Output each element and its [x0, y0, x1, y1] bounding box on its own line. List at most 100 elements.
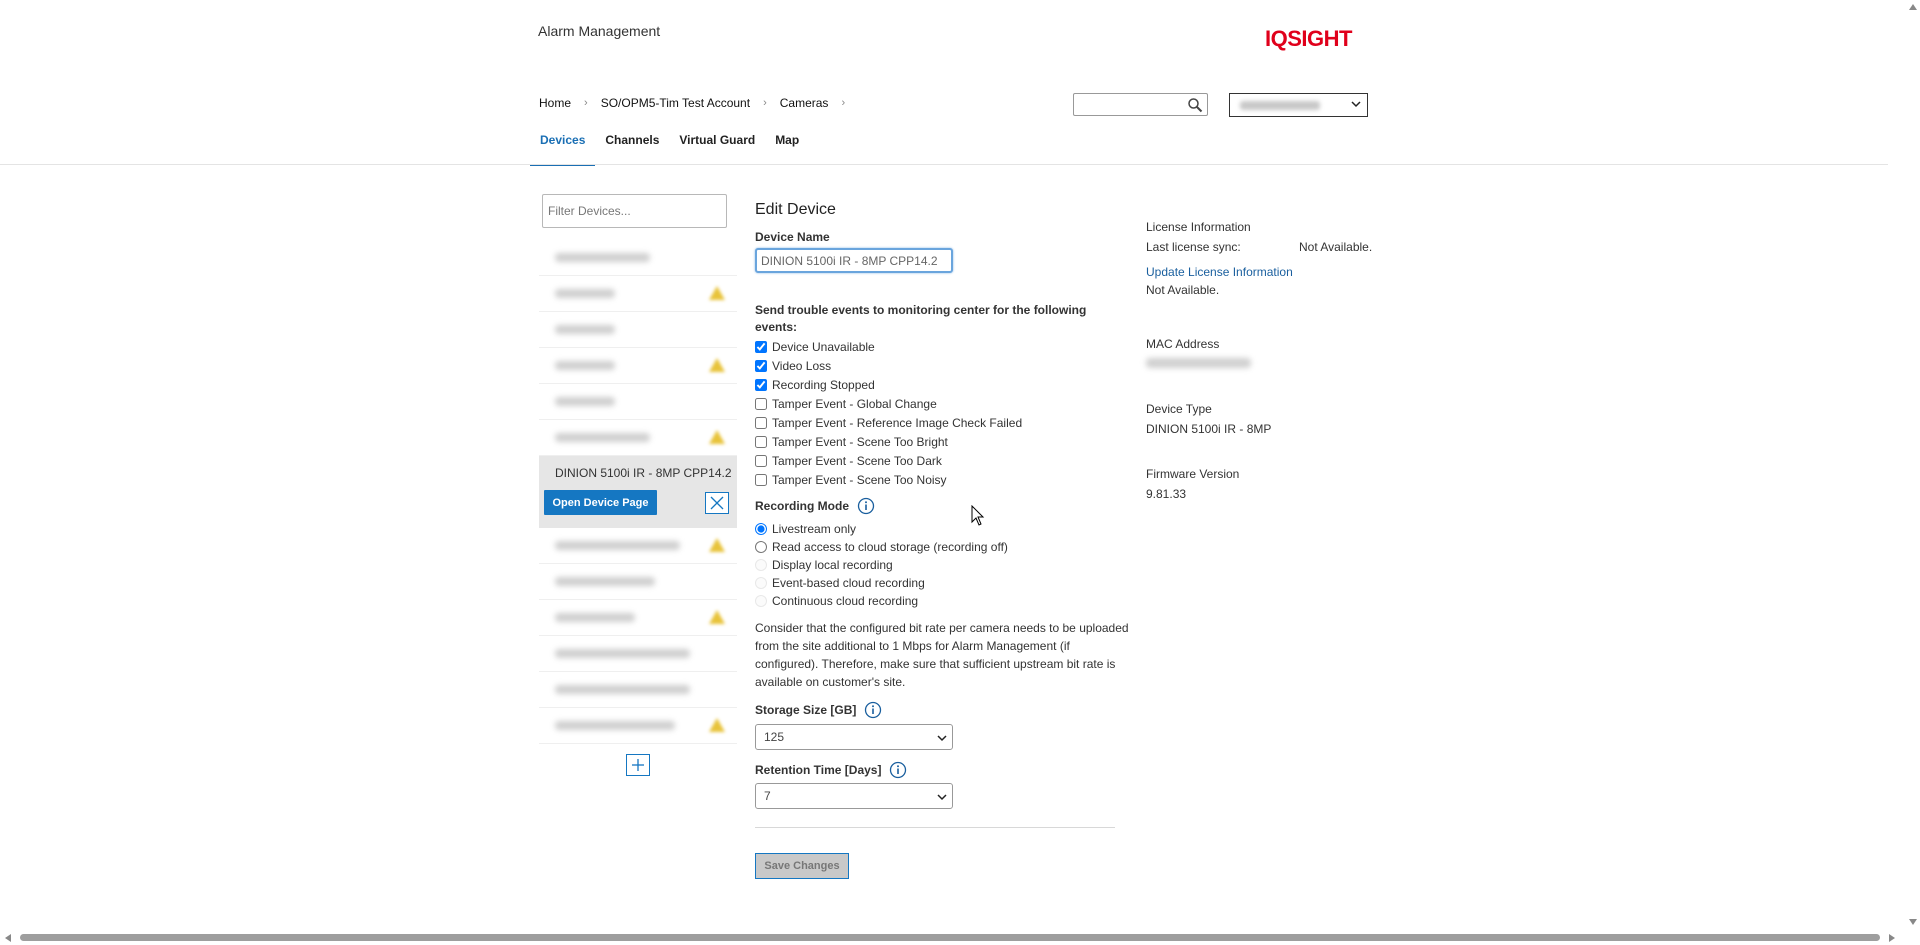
mode-display-local: Display local recording — [755, 556, 1008, 574]
event-video-loss[interactable]: Video Loss — [755, 356, 1022, 375]
mode-livestream-only[interactable]: Livestream only — [755, 520, 1008, 538]
breadcrumb-account[interactable]: SO/OPM5-Tim Test Account — [601, 96, 750, 110]
horizontal-scroll-thumb[interactable] — [20, 934, 1880, 941]
tab-virtual-guard[interactable]: Virtual Guard — [669, 128, 765, 166]
warning-icon — [709, 610, 725, 624]
firmware-title: Firmware Version — [1146, 467, 1240, 481]
list-item[interactable] — [539, 348, 737, 384]
event-tamper-too-dark[interactable]: Tamper Event - Scene Too Dark — [755, 451, 1022, 470]
breadcrumb-home[interactable]: Home — [539, 96, 571, 110]
storage-size-label: Storage Size [GB] — [755, 703, 857, 717]
scroll-up-arrow-icon[interactable] — [1908, 3, 1918, 11]
list-item[interactable] — [539, 312, 737, 348]
filter-devices-input[interactable] — [542, 194, 727, 228]
recording-mode-options: Livestream only Read access to cloud sto… — [755, 520, 1008, 610]
recording-mode-label: Recording Mode — [755, 499, 850, 513]
update-license-link[interactable]: Update License Information — [1146, 265, 1293, 279]
list-item[interactable] — [539, 672, 737, 708]
tab-map[interactable]: Map — [765, 128, 809, 166]
mode-radio[interactable] — [755, 523, 767, 535]
mac-address-value — [1146, 358, 1251, 368]
event-checkbox[interactable] — [755, 416, 767, 429]
warning-icon — [709, 286, 725, 300]
selected-device[interactable]: DINION 5100i IR - 8MP CPP14.2 Open Devic… — [539, 456, 737, 528]
firmware-value: 9.81.33 — [1146, 487, 1187, 501]
mode-radio[interactable] — [755, 541, 767, 553]
list-item[interactable] — [539, 528, 737, 564]
mac-address-title: MAC Address — [1146, 337, 1220, 351]
list-item[interactable] — [539, 276, 737, 312]
account-select[interactable] — [1229, 93, 1368, 117]
event-recording-stopped[interactable]: Recording Stopped — [755, 375, 1022, 394]
bitrate-note: Consider that the configured bit rate pe… — [755, 621, 1129, 689]
mode-continuous: Continuous cloud recording — [755, 592, 1008, 610]
device-type-title: Device Type — [1146, 402, 1212, 416]
list-item[interactable] — [539, 384, 737, 420]
event-checkbox[interactable] — [755, 359, 767, 372]
tab-devices[interactable]: Devices — [530, 128, 596, 166]
info-icon[interactable] — [857, 497, 875, 515]
event-tamper-too-bright[interactable]: Tamper Event - Scene Too Bright — [755, 432, 1022, 451]
tab-channels[interactable]: Channels — [595, 128, 669, 166]
event-tamper-reference-image[interactable]: Tamper Event - Reference Image Check Fai… — [755, 413, 1022, 432]
search-icon[interactable] — [1187, 97, 1203, 113]
vertical-scrollbar[interactable] — [1905, 0, 1920, 945]
chevron-right-icon: › — [841, 97, 846, 109]
license-status: Not Available. — [1146, 283, 1220, 297]
close-button[interactable] — [705, 492, 729, 514]
breadcrumb-cameras[interactable]: Cameras — [780, 96, 829, 110]
event-tamper-too-noisy[interactable]: Tamper Event - Scene Too Noisy — [755, 470, 1022, 489]
mode-radio — [755, 595, 767, 607]
tab-bar: Devices Channels Virtual Guard Map — [530, 128, 809, 166]
event-tamper-global-change[interactable]: Tamper Event - Global Change — [755, 394, 1022, 413]
chevron-right-icon: › — [763, 97, 767, 109]
selected-device-name: DINION 5100i IR - 8MP CPP14.2 — [555, 466, 732, 480]
info-icon[interactable] — [864, 701, 882, 719]
device-name-field[interactable] — [755, 248, 953, 273]
recording-mode-heading: Recording Mode — [755, 497, 875, 515]
list-item[interactable] — [539, 636, 737, 672]
retention-time-value: 7 — [764, 789, 771, 803]
tab-divider — [0, 164, 1888, 165]
save-changes-button[interactable]: Save Changes — [755, 853, 849, 879]
device-list: DINION 5100i IR - 8MP CPP14.2 Open Devic… — [539, 240, 737, 744]
event-checkbox[interactable] — [755, 473, 767, 486]
chevron-down-icon — [937, 735, 947, 742]
event-device-unavailable[interactable]: Device Unavailable — [755, 337, 1022, 356]
scroll-right-arrow-icon[interactable] — [1888, 933, 1896, 943]
scroll-left-arrow-icon[interactable] — [4, 933, 12, 943]
scroll-down-arrow-icon[interactable] — [1908, 918, 1918, 926]
last-sync-label: Last license sync: — [1146, 240, 1241, 254]
info-icon[interactable] — [889, 761, 907, 779]
retention-time-select[interactable]: 7 — [755, 783, 953, 809]
storage-heading: Storage Size [GB] — [755, 701, 882, 719]
warning-icon — [709, 718, 725, 732]
list-item[interactable] — [539, 600, 737, 636]
event-checkbox[interactable] — [755, 397, 767, 410]
event-checkbox[interactable] — [755, 378, 767, 391]
chevron-right-icon: › — [584, 97, 588, 109]
search-box — [1073, 93, 1208, 116]
form-divider — [755, 827, 1115, 828]
storage-size-select[interactable]: 125 — [755, 724, 953, 750]
close-icon — [710, 496, 724, 510]
mode-event-based: Event-based cloud recording — [755, 574, 1008, 592]
list-item[interactable] — [539, 420, 737, 456]
events-list: Device Unavailable Video Loss Recording … — [755, 337, 1022, 489]
device-name-label: Device Name — [755, 230, 830, 244]
event-checkbox[interactable] — [755, 454, 767, 467]
plus-icon — [632, 759, 644, 771]
list-item[interactable] — [539, 564, 737, 600]
add-device-button[interactable] — [626, 754, 650, 776]
search-input[interactable] — [1074, 94, 1174, 115]
last-sync-value: Not Available. — [1299, 240, 1373, 254]
event-checkbox[interactable] — [755, 340, 767, 353]
list-item[interactable] — [539, 708, 737, 744]
mode-read-access[interactable]: Read access to cloud storage (recording … — [755, 538, 1008, 556]
mode-radio — [755, 559, 767, 571]
event-checkbox[interactable] — [755, 435, 767, 448]
mouse-cursor-icon — [971, 505, 985, 526]
horizontal-scrollbar[interactable] — [0, 930, 1905, 945]
open-device-page-button[interactable]: Open Device Page — [544, 490, 657, 515]
list-item[interactable] — [539, 240, 737, 276]
